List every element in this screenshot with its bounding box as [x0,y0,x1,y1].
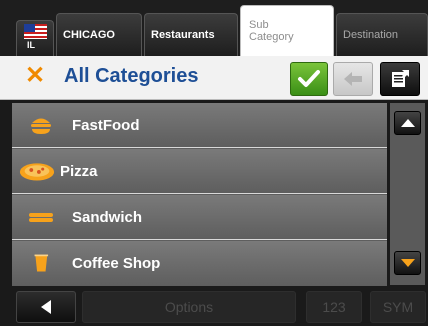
list-item-fastfood[interactable]: FastFood [12,103,387,148]
list-item-sandwich[interactable]: Sandwich [12,195,387,240]
tab-subcategory-line2: Category [249,31,294,43]
list-item-coffee-shop[interactable]: Coffee Shop [12,241,387,286]
scrollbar[interactable] [390,103,425,285]
triangle-down-icon [400,259,415,267]
tab-bar: IL CHICAGO Restaurants Sub Category Dest… [0,0,428,56]
tab-state[interactable]: IL [16,20,54,56]
tab-subcategory-line1: Sub [249,19,269,31]
us-flag-icon [24,24,47,39]
tab-category-label: Restaurants [151,29,215,41]
back-arrow-button[interactable] [333,62,373,96]
numbers-button[interactable]: 123 [306,291,362,323]
tab-city-label: CHICAGO [63,29,115,41]
x-icon[interactable]: ✕ [24,64,46,88]
more-button[interactable] [380,62,420,96]
tab-destination[interactable]: Destination [336,13,428,56]
document-arrow-icon [392,70,409,87]
triangle-left-icon [41,300,51,314]
list-item-pizza[interactable]: Pizza [12,149,387,194]
sandwich-icon [29,213,53,222]
bottom-bar: Options 123 SYM [0,288,428,326]
symbols-button[interactable]: SYM [370,291,426,323]
burger-icon [31,118,51,134]
back-button[interactable] [16,291,76,323]
cup-icon [34,254,49,272]
category-list: FastFood Pizza Sandwich Coffee Shop [12,103,387,286]
options-button[interactable]: Options [82,291,296,323]
tab-subcategory[interactable]: Sub Category [240,5,334,56]
triangle-up-icon [400,119,415,127]
scroll-up-button[interactable] [394,111,421,135]
scroll-down-button[interactable] [394,251,421,275]
checkmark-icon [298,70,320,87]
list-item-label: Sandwich [72,208,143,226]
tab-city[interactable]: CHICAGO [56,13,142,56]
page-title: All Categories [64,65,199,87]
left-arrow-icon [344,72,362,86]
tab-destination-label: Destination [343,29,399,41]
header-bar: ✕ All Categories [0,56,428,100]
tab-category[interactable]: Restaurants [144,13,238,56]
state-code: IL [27,40,35,50]
list-item-label: Pizza [60,162,98,180]
list-item-label: Coffee Shop [72,255,161,272]
pizza-icon [19,163,55,181]
list-item-label: FastFood [72,116,140,134]
confirm-button[interactable] [290,62,328,96]
